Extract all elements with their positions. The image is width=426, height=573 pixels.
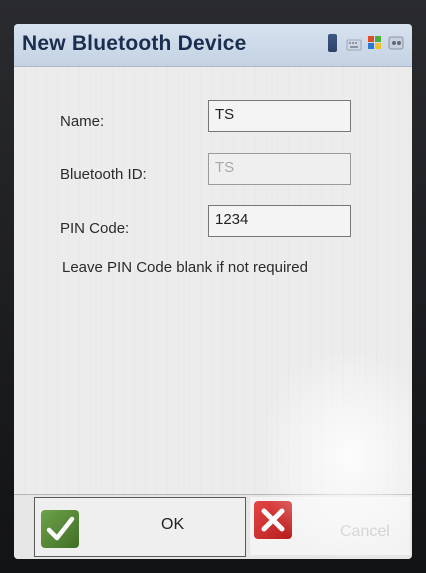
form-area: Name: TS Bluetooth ID: TS PIN Code: 1234… <box>14 67 412 507</box>
windows-start-icon[interactable] <box>367 34 383 52</box>
window-title: New Bluetooth Device <box>22 32 247 55</box>
status-icons <box>325 34 404 52</box>
cancel-label: Cancel <box>340 523 390 540</box>
bluetooth-id-label: Bluetooth ID: <box>60 166 147 183</box>
name-label: Name: <box>60 113 105 130</box>
pin-hint-text: Leave PIN Code blank if not required <box>62 259 308 276</box>
battery-icon[interactable] <box>325 34 341 52</box>
pin-code-label: PIN Code: <box>60 220 130 237</box>
action-bar: OK Cancel <box>14 494 412 559</box>
bluetooth-id-field: TS <box>208 153 351 185</box>
connection-icon[interactable] <box>388 34 404 52</box>
keyboard-icon[interactable] <box>346 34 362 52</box>
device-screen: New Bluetooth Device Name: TS Bluetooth … <box>14 24 412 559</box>
cancel-button[interactable]: Cancel <box>250 497 410 555</box>
checkmark-icon <box>41 510 79 548</box>
name-field[interactable]: TS <box>208 100 351 132</box>
ok-label: OK <box>161 516 185 533</box>
pin-code-field[interactable]: 1234 <box>208 205 351 237</box>
ok-button[interactable]: OK <box>34 497 246 557</box>
title-bar: New Bluetooth Device <box>14 24 412 67</box>
close-icon <box>254 501 292 539</box>
